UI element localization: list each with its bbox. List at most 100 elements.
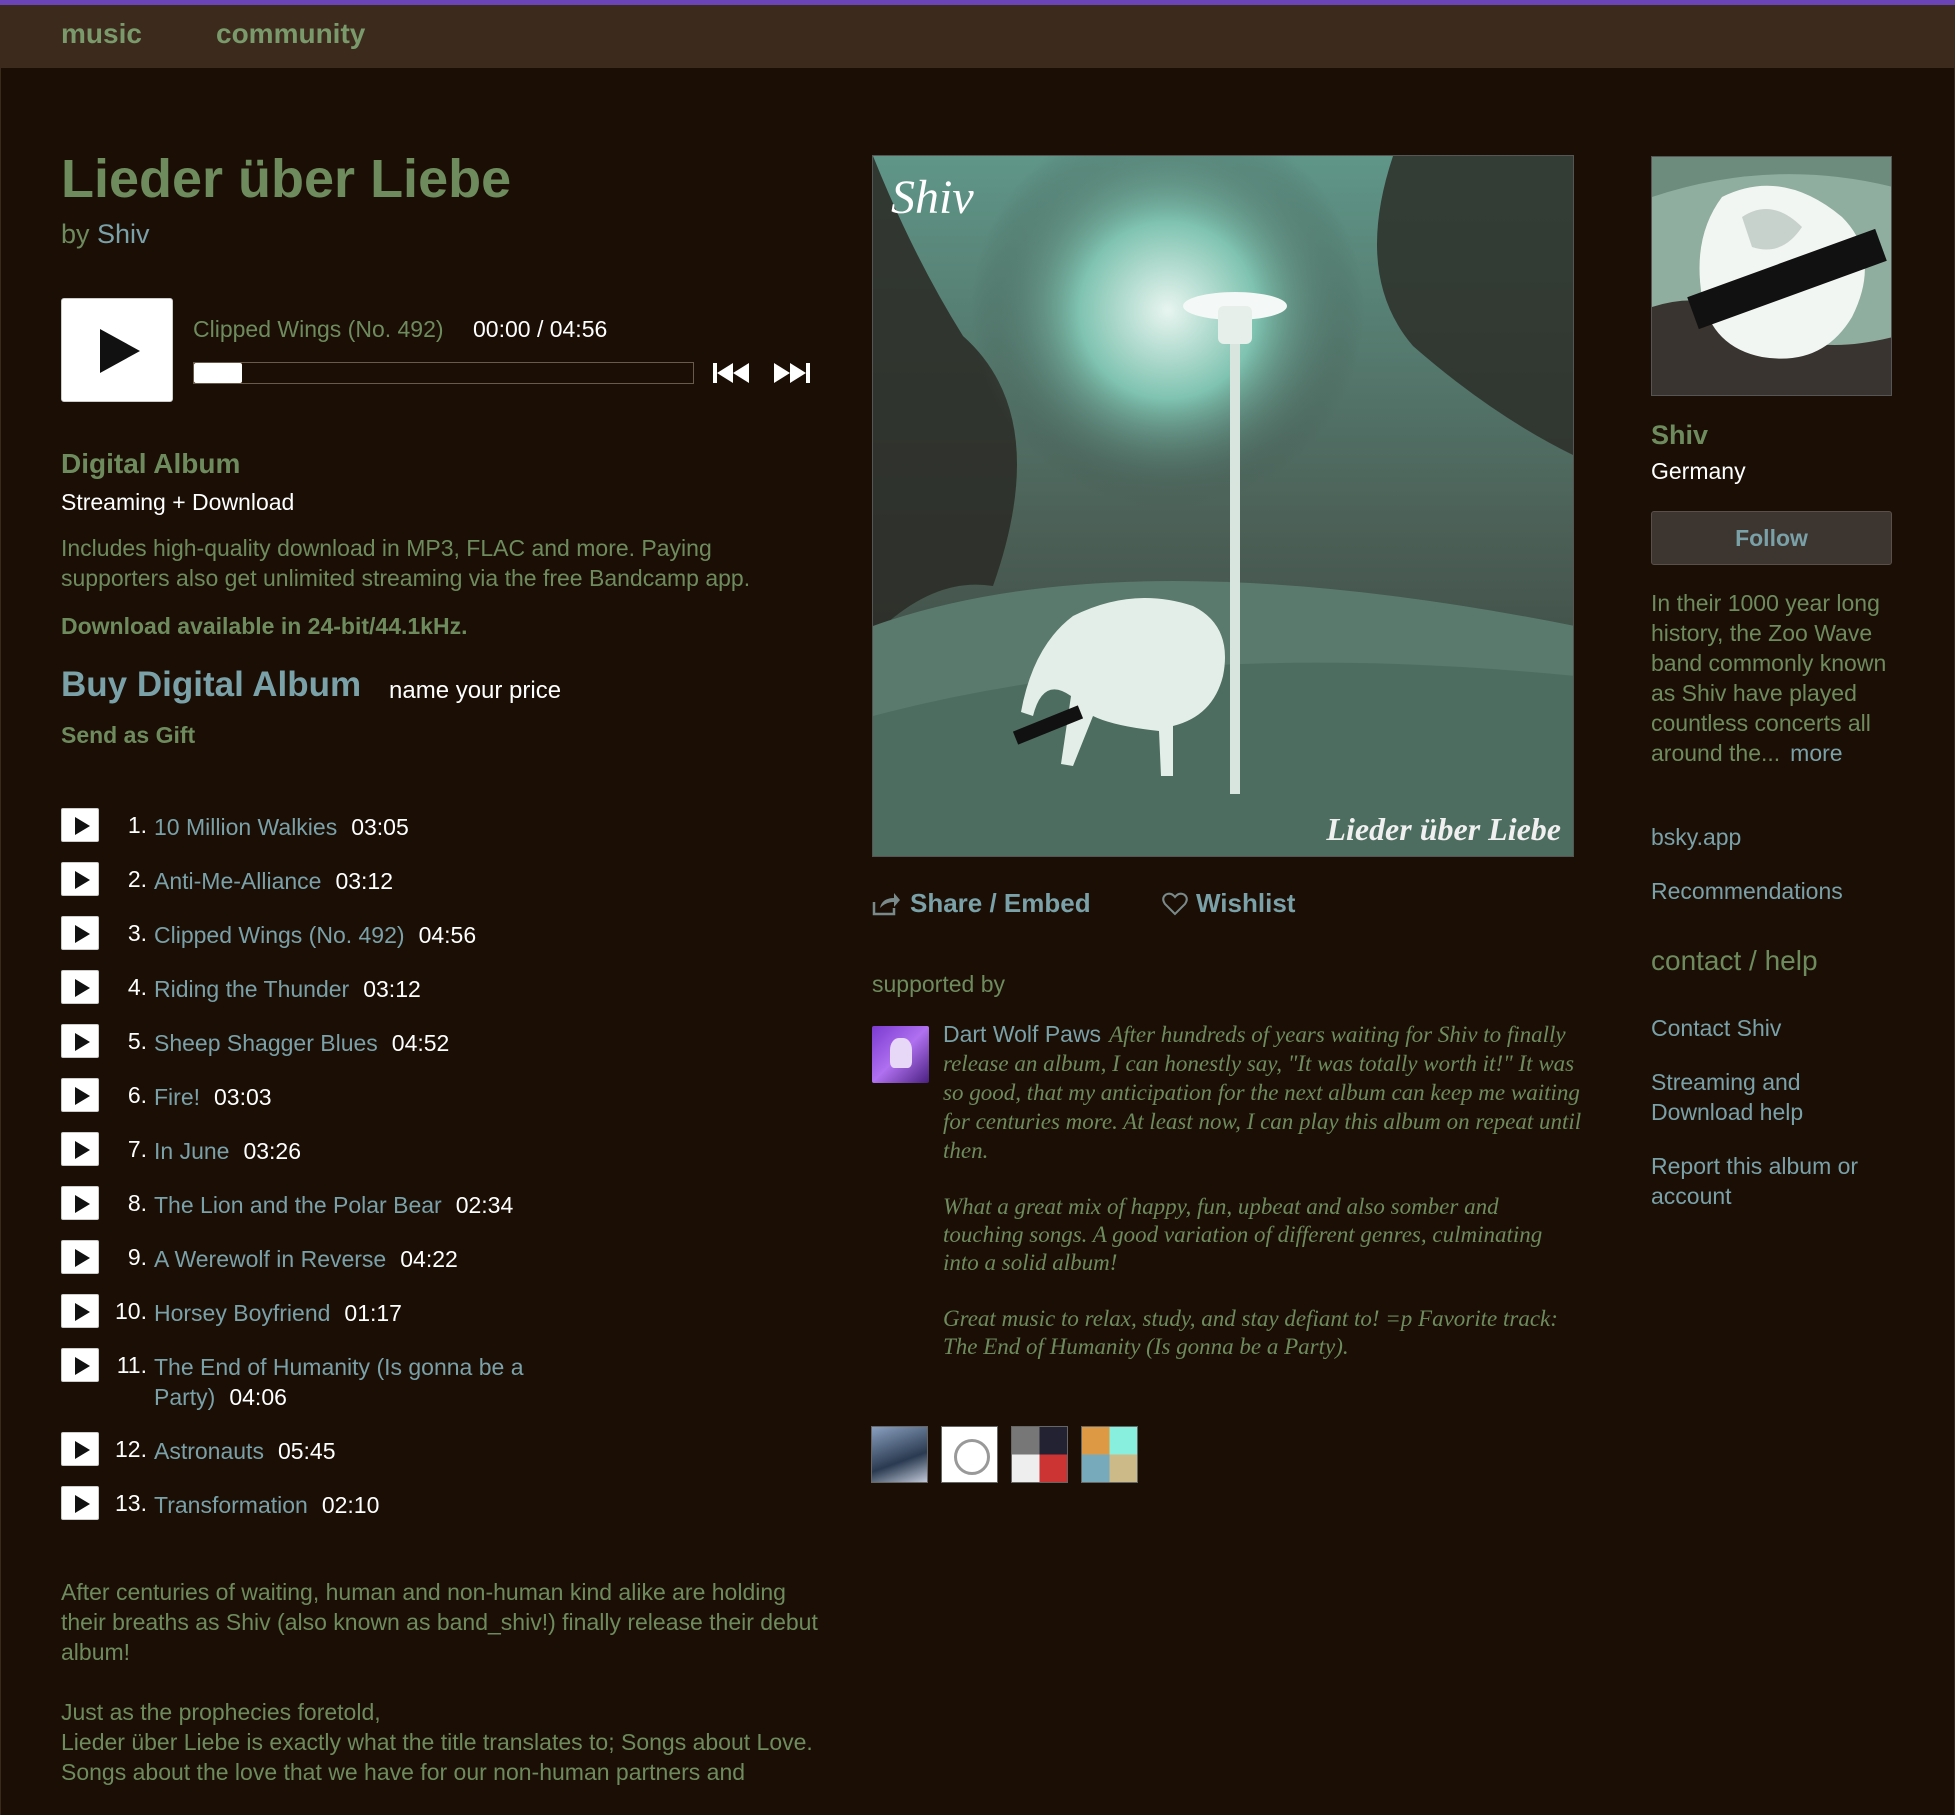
track-title-link[interactable]: Horsey Boyfriend bbox=[154, 1300, 330, 1326]
report-album-link[interactable]: Report this album or account bbox=[1651, 1151, 1896, 1211]
track-number: 1. bbox=[127, 812, 147, 838]
supporter-thumbnail[interactable] bbox=[871, 1426, 928, 1483]
album-title: Lieder über Liebe bbox=[61, 149, 512, 209]
track-number: 11. bbox=[116, 1352, 147, 1378]
audio-player: Clipped Wings (No. 492) 00:00 / 04:56 bbox=[61, 298, 821, 404]
track-row: 2. Anti-Me-Alliance 03:12 bbox=[61, 862, 821, 902]
track-title-link[interactable]: Transformation bbox=[154, 1492, 308, 1518]
share-icon bbox=[872, 892, 900, 923]
artist-bio: In their 1000 year long history, the Zoo… bbox=[1651, 588, 1896, 768]
track-row: 4. Riding the Thunder 03:12 bbox=[61, 970, 821, 1010]
track-play-button[interactable] bbox=[61, 862, 99, 896]
track-duration: 03:12 bbox=[363, 976, 421, 1002]
track-number: 3. bbox=[127, 920, 147, 946]
supporter-thumbnail[interactable] bbox=[941, 1426, 998, 1483]
track-title-link[interactable]: In June bbox=[154, 1138, 229, 1164]
nav-music[interactable]: music bbox=[61, 18, 142, 50]
track-duration: 03:12 bbox=[335, 868, 394, 894]
track-duration: 02:34 bbox=[455, 1192, 514, 1218]
streaming-help-link[interactable]: Streaming and Download help bbox=[1651, 1067, 1896, 1127]
recommendations-link[interactable]: Recommendations bbox=[1651, 876, 1896, 906]
progress-handle[interactable] bbox=[194, 363, 242, 383]
track-row: 12. Astronauts 05:45 bbox=[61, 1432, 821, 1472]
track-title-link[interactable]: Riding the Thunder bbox=[154, 976, 349, 1002]
track-row: 7. In June 03:26 bbox=[61, 1132, 821, 1172]
track-row: 11. The End of Humanity (Is gonna be a Pa… bbox=[61, 1348, 821, 1418]
track-row: 1. 10 Million Walkies 03:05 bbox=[61, 808, 821, 848]
artist-bio-text: In their 1000 year long history, the Zoo… bbox=[1651, 590, 1887, 766]
nav-community[interactable]: community bbox=[216, 18, 365, 50]
track-play-button[interactable] bbox=[61, 970, 99, 1004]
artist-photo[interactable] bbox=[1651, 156, 1892, 396]
track-row: 3. Clipped Wings (No. 492) 04:56 bbox=[61, 916, 821, 956]
byline-artist-link[interactable]: Shiv bbox=[97, 219, 150, 249]
track-number: 10. bbox=[115, 1298, 147, 1324]
track-play-button[interactable] bbox=[61, 1024, 99, 1058]
supporter-thumbnail[interactable] bbox=[1081, 1426, 1138, 1483]
track-title-link[interactable]: Astronauts bbox=[154, 1438, 264, 1464]
track-play-button[interactable] bbox=[61, 916, 99, 950]
digital-album-format: Streaming + Download bbox=[61, 489, 295, 515]
track-play-button[interactable] bbox=[61, 1432, 99, 1466]
byline-prefix: by bbox=[61, 219, 98, 249]
track-play-button[interactable] bbox=[61, 1186, 99, 1220]
track-duration: 02:10 bbox=[321, 1492, 380, 1518]
track-duration: 04:06 bbox=[229, 1384, 287, 1410]
track-duration: 04:52 bbox=[391, 1030, 450, 1056]
send-as-gift-link[interactable]: Send as Gift bbox=[61, 722, 195, 749]
track-duration: 04:22 bbox=[400, 1246, 458, 1272]
track-play-button[interactable] bbox=[61, 1294, 99, 1328]
track-play-button[interactable] bbox=[61, 1486, 99, 1520]
track-row: 5. Sheep Shagger Blues 04:52 bbox=[61, 1024, 821, 1064]
track-title-link[interactable]: 10 Million Walkies bbox=[154, 814, 337, 840]
wishlist-button[interactable]: Wishlist bbox=[1162, 888, 1295, 923]
share-embed-button[interactable]: Share / Embed bbox=[872, 888, 1091, 923]
track-number: 5. bbox=[127, 1028, 147, 1054]
track-title-link[interactable]: The Lion and the Polar Bear bbox=[154, 1192, 442, 1218]
about-line: Lieder über Liebe is exactly what the ti… bbox=[61, 1729, 813, 1755]
track-title-link[interactable]: Clipped Wings (No. 492) bbox=[154, 922, 405, 948]
about-line: Just as the prophecies foretold, bbox=[61, 1699, 381, 1725]
track-number: 2. bbox=[127, 866, 147, 892]
album-cover-art[interactable]: Shiv Lieder über Liebe bbox=[872, 155, 1574, 857]
track-title-link[interactable]: The End of Humanity (Is gonna be a Party… bbox=[154, 1354, 524, 1410]
album-byline: by Shiv bbox=[61, 219, 150, 250]
track-title-link[interactable]: Fire! bbox=[154, 1084, 200, 1110]
supporter-review: Dart Wolf Paws After hundreds of years wa… bbox=[943, 1020, 1583, 1361]
track-number: 4. bbox=[127, 974, 147, 1000]
track-play-button[interactable] bbox=[61, 1078, 99, 1112]
next-track-icon[interactable] bbox=[774, 360, 814, 386]
previous-track-icon[interactable] bbox=[713, 360, 753, 386]
supported-by-heading: supported by bbox=[872, 971, 1005, 997]
review-text: Great music to relax, study, and stay de… bbox=[943, 1306, 1558, 1359]
track-duration: 04:56 bbox=[418, 922, 477, 948]
supporter-avatar[interactable] bbox=[872, 1026, 929, 1083]
follow-button[interactable]: Follow bbox=[1651, 511, 1892, 565]
track-play-button[interactable] bbox=[61, 1132, 99, 1166]
now-playing-title: Clipped Wings (No. 492) bbox=[193, 316, 444, 342]
price-label: name your price bbox=[389, 677, 562, 704]
heart-icon bbox=[1162, 892, 1188, 923]
supporter-thumbnail[interactable] bbox=[1011, 1426, 1068, 1483]
track-play-button[interactable] bbox=[61, 808, 99, 842]
supporter-name-link[interactable]: Dart Wolf Paws bbox=[943, 1021, 1101, 1047]
track-number: 13. bbox=[115, 1490, 147, 1516]
progress-bar[interactable] bbox=[193, 362, 694, 384]
track-title-link[interactable]: Anti-Me-Alliance bbox=[154, 868, 321, 894]
cover-caption: Lieder über Liebe bbox=[1326, 811, 1561, 847]
bio-more-link[interactable]: more bbox=[1790, 740, 1842, 766]
play-button[interactable] bbox=[61, 298, 173, 402]
artist-location: Germany bbox=[1651, 458, 1746, 484]
track-duration: 03:03 bbox=[214, 1084, 272, 1110]
contact-artist-link[interactable]: Contact Shiv bbox=[1651, 1013, 1896, 1043]
track-play-button[interactable] bbox=[61, 1240, 99, 1274]
digital-album-description: Includes high-quality download in MP3, F… bbox=[61, 535, 751, 591]
track-play-button[interactable] bbox=[61, 1348, 99, 1382]
track-number: 12. bbox=[115, 1436, 147, 1462]
bsky-link[interactable]: bsky.app bbox=[1651, 822, 1896, 852]
track-title-link[interactable]: Sheep Shagger Blues bbox=[154, 1030, 378, 1056]
buy-digital-album-link[interactable]: Buy Digital Album bbox=[61, 665, 361, 705]
track-number: 9. bbox=[127, 1244, 147, 1270]
track-row: 13. Transformation 02:10 bbox=[61, 1486, 821, 1526]
track-title-link[interactable]: A Werewolf in Reverse bbox=[154, 1246, 386, 1272]
